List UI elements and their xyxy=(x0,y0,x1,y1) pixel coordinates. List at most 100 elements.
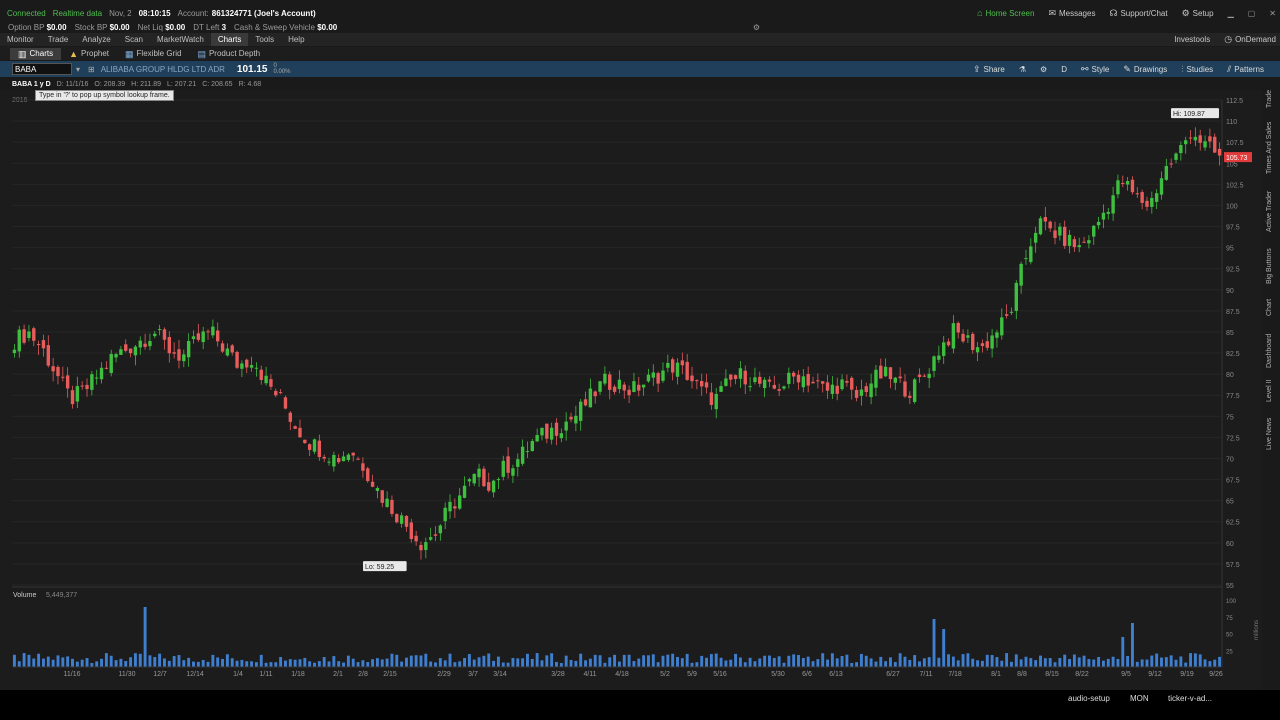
volume-bar xyxy=(676,656,679,667)
symbol-lookup-tooltip: Type in '?' to pop up symbol lookup fram… xyxy=(35,90,174,101)
share-button[interactable]: ⇪ Share xyxy=(973,64,1005,75)
clock-icon: ◷ xyxy=(1224,34,1233,44)
menu-scan[interactable]: Scan xyxy=(118,33,150,46)
candle-body xyxy=(670,359,675,373)
messages-button[interactable]: ✉ Messages xyxy=(1048,8,1095,19)
candle-body xyxy=(462,485,467,498)
side-tab-times-and-sales[interactable]: Times And Sales xyxy=(1266,122,1273,174)
candle-body xyxy=(1130,179,1135,193)
tab-product-depth[interactable]: ▤ Product Depth xyxy=(189,48,268,60)
patterns-button[interactable]: ⫽ Patterns xyxy=(1227,64,1264,75)
side-tab-live-news[interactable]: Live News xyxy=(1266,418,1273,450)
volume-bar xyxy=(695,662,699,667)
symbol-dropdown-icon[interactable]: ▾ xyxy=(76,65,80,74)
side-tab-level-ii[interactable]: Level II xyxy=(1266,379,1273,402)
volume-bar xyxy=(850,662,854,667)
candle-body xyxy=(729,374,733,380)
candle-body xyxy=(395,514,399,523)
support-chat-button[interactable]: ☊ Support/Chat xyxy=(1109,8,1167,19)
candle-body xyxy=(869,383,873,398)
investools-link[interactable]: Investools xyxy=(1174,35,1210,44)
volume-bar xyxy=(1179,656,1183,667)
candle-body xyxy=(985,341,989,348)
close-window-button[interactable]: ✕ xyxy=(1269,9,1276,18)
candle-body xyxy=(1063,226,1067,246)
candle-body xyxy=(617,379,622,390)
side-tab-trade[interactable]: Trade xyxy=(1266,90,1273,108)
tab-flexible-grid[interactable]: ▦ Flexible Grid xyxy=(117,48,189,60)
chart-area[interactable]: 2016112.5110107.5105102.510097.59592.590… xyxy=(0,90,1262,695)
tab-prophet[interactable]: ▲ Prophet xyxy=(61,48,117,60)
menu-monitor[interactable]: Monitor xyxy=(0,33,41,46)
candle-body xyxy=(1213,136,1217,153)
volume-bar xyxy=(1169,655,1173,667)
candle-body xyxy=(1009,311,1014,313)
volume-bar xyxy=(830,653,834,667)
volume-bar xyxy=(1092,659,1096,667)
tab-charts[interactable]: ▥ Charts xyxy=(10,47,62,60)
candle-body xyxy=(1048,221,1052,229)
volume-bar xyxy=(787,655,791,667)
time-tick-label: 5/9 xyxy=(687,671,697,678)
link-icon[interactable]: ⊞ xyxy=(88,65,95,74)
menu-trade[interactable]: Trade xyxy=(41,33,76,46)
chart-settings-button[interactable]: ⚙ xyxy=(1040,65,1047,74)
minimize-window-button[interactable]: ▁ xyxy=(1228,9,1234,18)
volume-bar xyxy=(743,662,747,667)
volume-bar xyxy=(42,658,45,667)
candle-body xyxy=(332,454,336,467)
candle-body xyxy=(206,331,210,333)
taskbar-audio-setup[interactable]: audio-setup xyxy=(1068,694,1110,703)
volume-bar xyxy=(990,655,994,667)
candle-body xyxy=(777,389,781,391)
home-screen-button[interactable]: ⌂ Home Screen xyxy=(977,8,1034,18)
menu-marketwatch[interactable]: MarketWatch xyxy=(150,33,211,46)
volume-bar xyxy=(811,661,815,667)
candle-body xyxy=(709,392,714,405)
taskbar-mon[interactable]: MON xyxy=(1130,694,1149,703)
price-tick-label: 72.5 xyxy=(1226,435,1240,442)
candle-body xyxy=(1145,200,1149,207)
candle-body xyxy=(186,341,191,358)
ondemand-button[interactable]: ◷ OnDemand xyxy=(1224,34,1276,45)
side-tab-chart[interactable]: Chart xyxy=(1266,299,1273,316)
symbol-input[interactable] xyxy=(12,63,72,75)
timeframe-button[interactable]: D xyxy=(1061,65,1067,74)
menu-tools[interactable]: Tools xyxy=(248,33,281,46)
volume-label: Volume xyxy=(13,592,36,599)
volume-bar xyxy=(322,657,326,667)
menu-analyze[interactable]: Analyze xyxy=(75,33,117,46)
drawings-button[interactable]: ✎ Drawings xyxy=(1123,64,1167,75)
volume-bar xyxy=(1174,659,1178,667)
volume-bar xyxy=(985,654,989,667)
mail-icon: ✉ xyxy=(1048,7,1056,18)
setup-button[interactable]: ⚙ Setup xyxy=(1182,8,1214,19)
volume-bar xyxy=(859,653,863,667)
side-tab-dashboard[interactable]: Dashboard xyxy=(1266,334,1273,368)
volume-bar xyxy=(434,662,437,667)
menu-help[interactable]: Help xyxy=(281,33,311,46)
studies-label: Studies xyxy=(1186,64,1214,74)
candle-body xyxy=(598,381,602,392)
candle-body xyxy=(796,374,801,383)
side-tab-active-trader[interactable]: Active Trader xyxy=(1266,191,1273,232)
settings-gear-icon[interactable]: ⚙ xyxy=(753,23,760,32)
price-chart-svg[interactable]: 2016112.5110107.5105102.510097.59592.590… xyxy=(0,90,1262,695)
candle-body xyxy=(235,351,239,368)
volume-bar xyxy=(90,662,94,667)
studies-button[interactable]: ⫶ Studies xyxy=(1181,64,1213,75)
account-value[interactable]: 861324771 (Joel's Account) xyxy=(212,9,316,18)
volume-bar xyxy=(75,661,79,667)
menu-charts[interactable]: Charts xyxy=(210,33,249,46)
volume-bar xyxy=(889,657,892,667)
volume-bar xyxy=(956,660,960,667)
maximize-window-button[interactable]: ▢ xyxy=(1248,9,1256,18)
volume-bar xyxy=(690,662,694,667)
flask-button[interactable]: ⚗ xyxy=(1019,65,1026,74)
chart-subtabs: ▥ Charts ▲ Prophet ▦ Flexible Grid ▤ Product… xyxy=(0,47,1280,60)
volume-bar xyxy=(293,659,297,667)
taskbar-ticker[interactable]: ticker-v-ad... xyxy=(1168,694,1212,703)
style-button[interactable]: ⚯ Style xyxy=(1081,64,1109,75)
volume-bar xyxy=(414,655,418,667)
side-tab-big-buttons[interactable]: Big Buttons xyxy=(1266,248,1273,284)
